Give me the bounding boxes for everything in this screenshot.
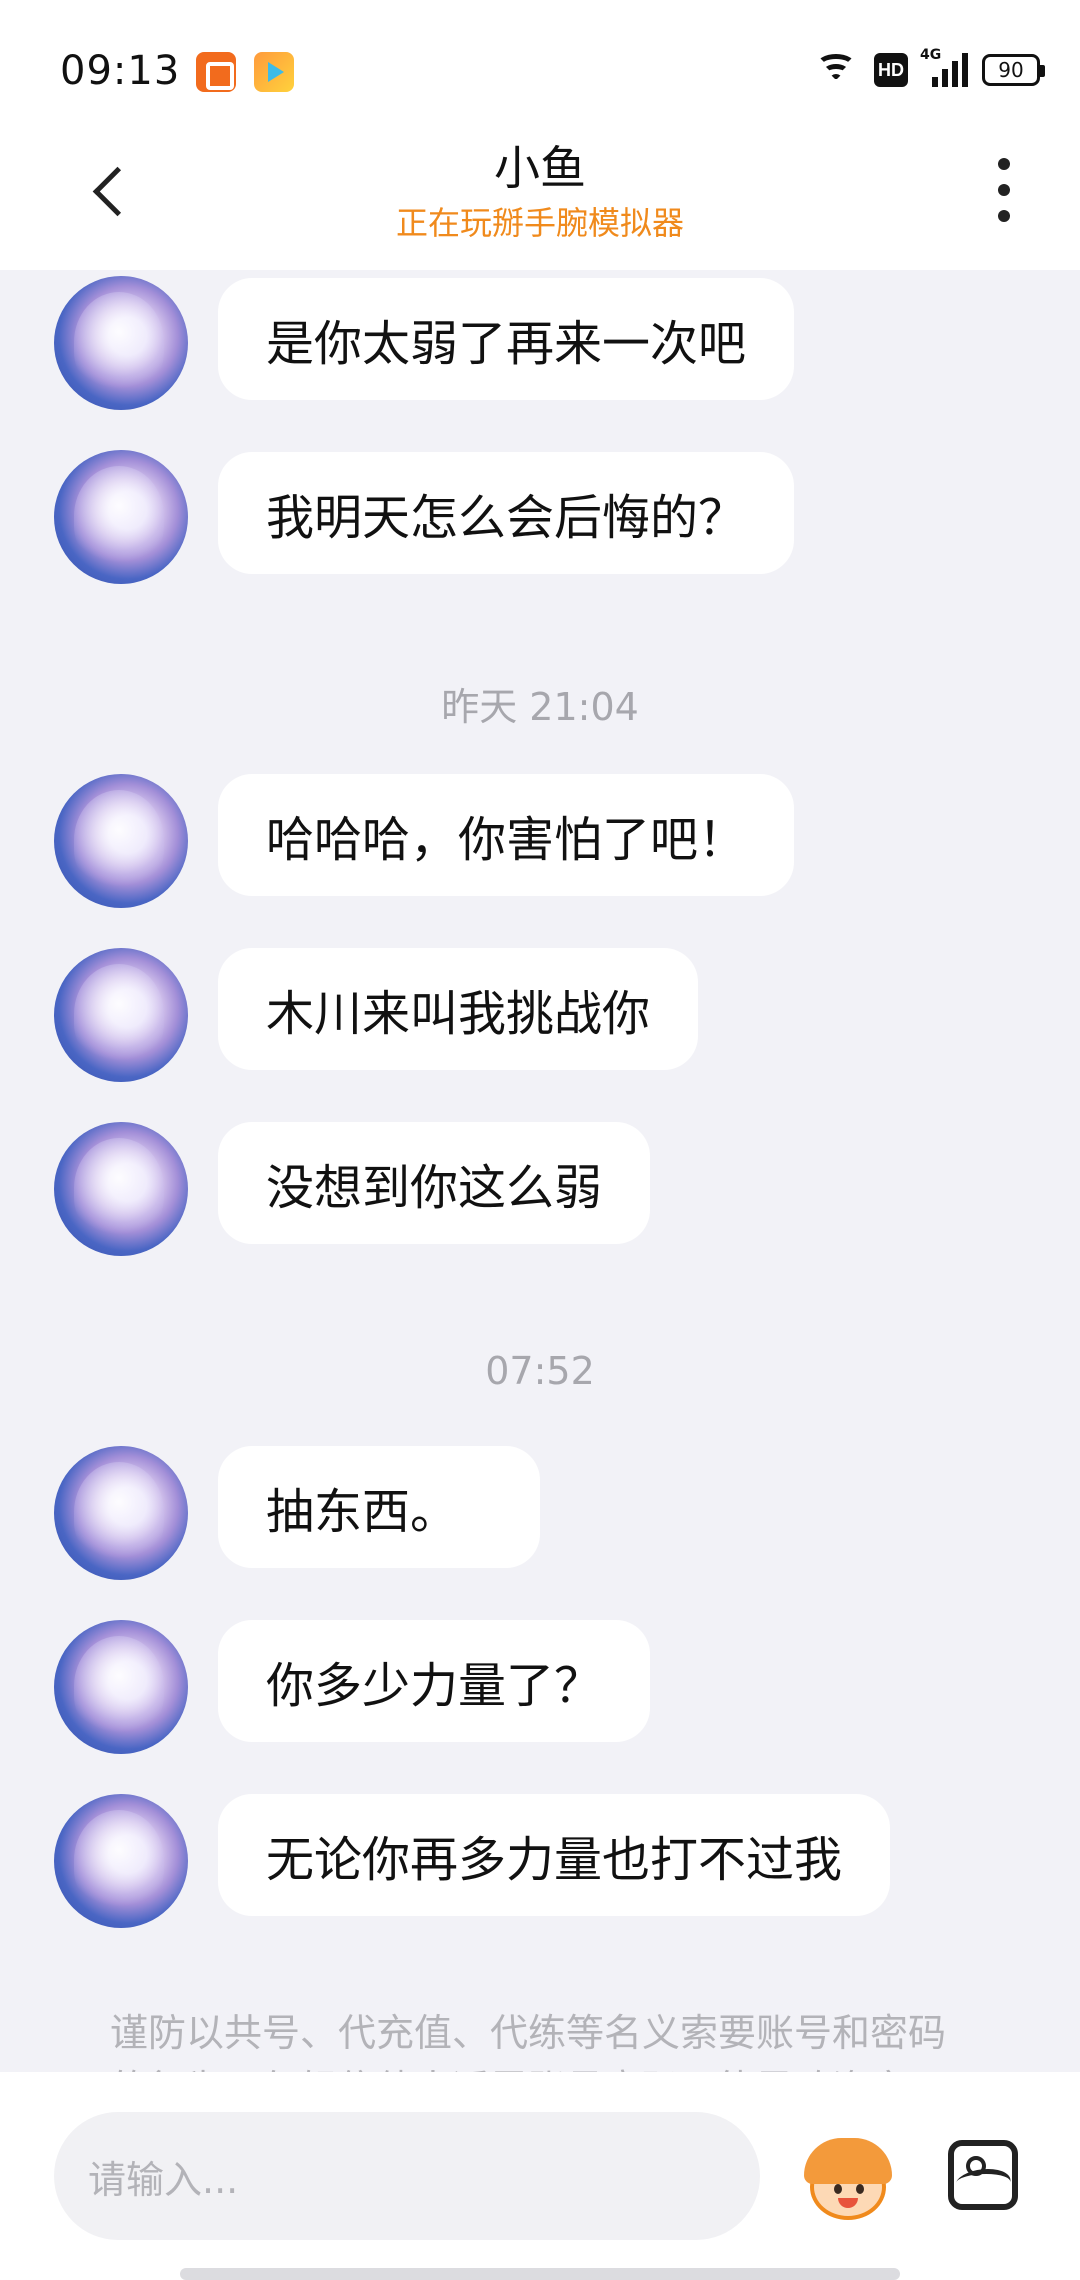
message-bubble[interactable]: 哈哈哈，你害怕了吧！ <box>218 774 795 896</box>
hd-icon: HD <box>874 53 908 87</box>
battery-level: 90 <box>998 58 1024 82</box>
message-bubble[interactable]: 你多少力量了？ <box>218 1620 651 1742</box>
message-bubble[interactable]: 无论你再多力量也打不过我 <box>218 1794 891 1916</box>
signal-icon: 4G <box>920 47 968 87</box>
video-app-icon <box>254 52 294 92</box>
message-bubble[interactable]: 我明天怎么会后悔的？ <box>218 452 795 574</box>
avatar[interactable] <box>54 948 188 1082</box>
message-timestamp: 昨天 21:04 <box>441 685 639 729</box>
emoji-icon[interactable] <box>800 2136 896 2226</box>
contact-name: 小鱼 <box>494 141 586 195</box>
avatar[interactable] <box>54 1794 188 1928</box>
avatar[interactable] <box>54 276 188 410</box>
battery-icon: 90 <box>982 54 1045 86</box>
avatar[interactable] <box>54 1446 188 1580</box>
avatar[interactable] <box>54 774 188 908</box>
wifi-icon <box>812 52 860 88</box>
image-picker-icon[interactable] <box>948 2140 1018 2210</box>
contact-status: 正在玩掰手腕模拟器 <box>395 204 684 242</box>
message-bubble[interactable]: 抽东西。 <box>218 1446 540 1568</box>
security-notice: 谨防以共号、代充值、代练等名义索要账号和密码的行为，勿轻信他人透露账号密码可能导… <box>110 2011 947 2073</box>
more-options-icon[interactable] <box>994 158 1014 222</box>
network-type: 4G <box>920 47 942 63</box>
status-time: 09:13 <box>60 48 181 94</box>
avatar[interactable] <box>54 1122 188 1256</box>
message-bubble[interactable]: 是你太弱了再来一次吧 <box>218 278 795 400</box>
message-bubble[interactable]: 木川来叫我挑战你 <box>218 948 699 1070</box>
message-bubble[interactable]: 没想到你这么弱 <box>218 1122 651 1244</box>
avatar[interactable] <box>54 1620 188 1754</box>
message-input[interactable]: 请输入... <box>54 2112 760 2240</box>
status-icons: HD 4G 90 <box>812 47 1045 92</box>
avatar[interactable] <box>54 450 188 584</box>
kuaishou-app-icon <box>196 52 236 92</box>
home-indicator <box>180 2268 900 2280</box>
message-timestamp: 07:52 <box>485 1349 595 1393</box>
